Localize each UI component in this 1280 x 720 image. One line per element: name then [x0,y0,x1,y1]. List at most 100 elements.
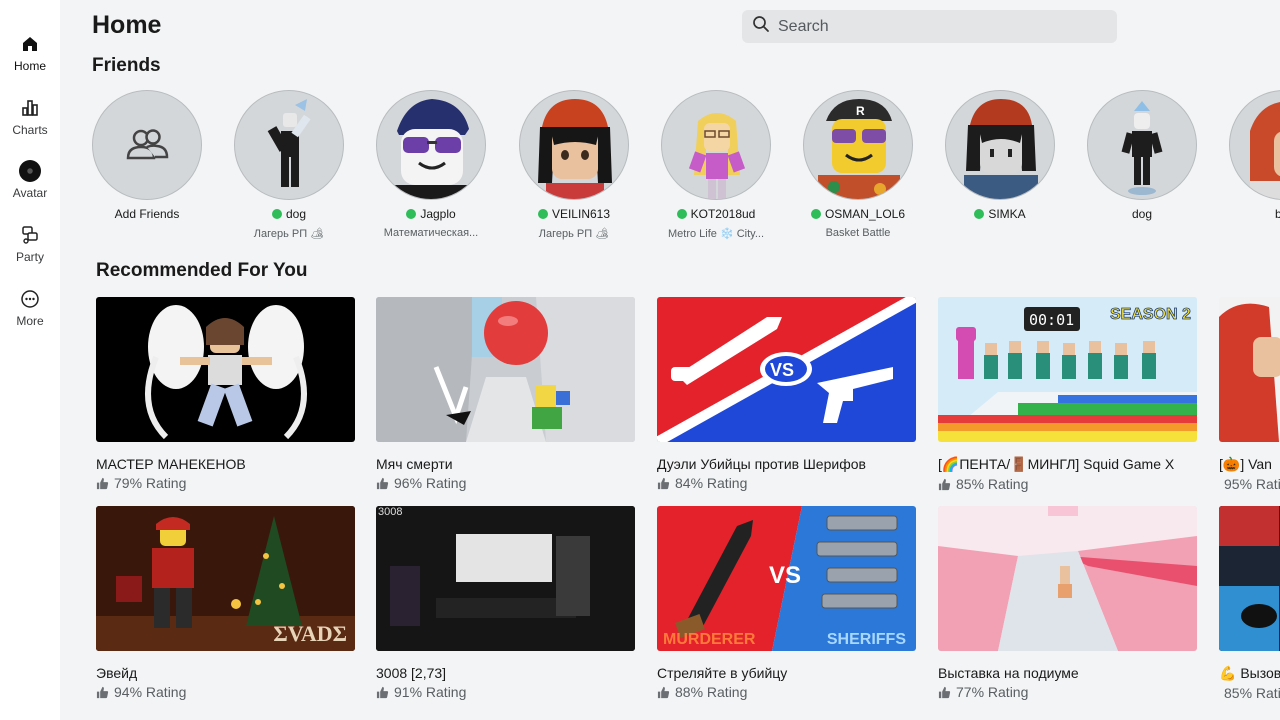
thumbs-up-icon [96,477,109,489]
game-name: [🎃] Van [1219,456,1272,472]
nav-charts-label: Charts [12,123,48,137]
game-rating: 85% Rating [1224,685,1280,701]
search-bar[interactable] [742,10,1117,43]
friend-avatar [1087,90,1197,200]
game-card[interactable]: ΣVADΣ Эвейд 94% Rating [96,506,355,700]
friend-avatar: R [803,90,913,200]
game-thumbnail [96,297,355,442]
online-indicator [974,209,985,219]
svg-text:VS: VS [770,360,794,380]
friend-item[interactable]: KOT2018ud Metro Life ❄️ City... [660,90,772,240]
game-card[interactable]: МАСТЕР МАНЕКЕНОВ 79% Rating [96,297,355,491]
nav-avatar[interactable]: Avatar [0,160,60,216]
online-indicator [676,209,687,219]
friend-name: OSMAN_LOL6 [824,207,906,221]
game-name: Дуэли Убийцы против Шерифов [657,456,866,472]
nav-more[interactable]: More [0,288,60,344]
game-card[interactable]: Выставка на подиуме 77% Rating [938,506,1197,700]
friends-title: Friends [92,55,161,76]
search-input[interactable] [778,17,1098,36]
friend-status: Basket Battle [825,227,891,239]
friend-avatar [945,90,1055,200]
friend-avatar [234,90,344,200]
add-friends-button[interactable]: Add Friends [91,90,203,221]
friend-avatar [661,90,771,200]
friend-item[interactable]: b [1229,90,1280,221]
game-rating: 88% Rating [675,684,748,700]
thumbs-up-icon [938,478,951,490]
online-indicator [271,209,282,219]
add-friends-label: Add Friends [114,207,180,221]
friend-avatar [376,90,486,200]
friend-name: Jagplo [420,207,456,221]
friend-avatar [519,90,629,200]
game-thumbnail [938,506,1197,651]
friend-item[interactable]: SIMKA [944,90,1056,227]
friend-name: dog [285,207,307,221]
friend-name: SIMKA [988,207,1026,221]
recommended-title: Recommended For You [96,260,308,281]
game-thumbnail: ΣVADΣ [96,506,355,651]
game-rating: 95% Rating [1224,476,1280,492]
friend-avatar [1229,90,1280,200]
game-season-label: SEASON 2 [1110,306,1191,323]
friend-item[interactable]: dog [1086,90,1198,227]
game-name: МАСТЕР МАНЕКЕНОВ [96,456,246,472]
friend-name: b [1275,207,1280,221]
nav-party-label: Party [15,250,44,264]
game-name: 3008 [2,73] [376,665,447,681]
game-card[interactable]: VS Дуэли Убийцы против Шерифов 84% Ratin… [657,297,916,491]
friend-name: KOT2018ud [690,207,756,221]
game-rating: 77% Rating [956,684,1029,700]
game-rating: 84% Rating [675,475,748,491]
friend-name: VEILIN613 [551,207,611,221]
thumbs-up-icon [376,477,389,489]
thumbs-up-icon [657,686,670,698]
friend-status: Лагерь РП 🏕 [538,228,610,240]
friend-status: Metro Life ❄️ City... [667,228,764,240]
game-card[interactable]: [🎃] Van 95% Rating [1219,297,1280,492]
friend-name: dog [1131,207,1153,221]
friend-item[interactable]: Jagplo Математическая... [375,90,487,239]
friend-item[interactable]: VEILIN613 Лагерь РП 🏕 [518,90,630,240]
online-indicator [406,209,417,219]
game-thumbnail [1219,506,1280,651]
page-title: Home [92,11,162,39]
svg-text:R: R [856,104,865,118]
friend-item[interactable]: dog Лагерь РП 🏕 [233,90,345,240]
game-card[interactable]: VS MURDERER SHERIFFS Стреляйте в убийцу … [657,506,916,700]
game-card[interactable]: 3008 3008 [2,73] 91% Rating [376,506,635,700]
nav-home[interactable]: Home [0,33,60,89]
game-rating: 94% Rating [114,684,187,700]
home-icon [19,33,41,55]
nav-charts[interactable]: Charts [0,97,60,153]
game-rating: 96% Rating [394,475,467,491]
game-vs-text: VS [769,562,802,589]
game-logo-text: ΣVADΣ [273,621,347,646]
thumbs-up-icon [657,477,670,489]
nav-home-label: Home [13,59,46,73]
thumbs-up-icon [938,686,951,698]
game-thumbnail [1219,297,1280,442]
search-icon [752,15,770,38]
thumbs-up-icon [96,686,109,698]
game-thumbnail: VS [657,297,916,442]
game-name: 💪 Вызов [1219,665,1280,681]
game-card[interactable]: Мяч смерти 96% Rating [376,297,635,491]
online-indicator [537,209,548,219]
game-name: [🌈ПЕНТА/🚪МИНГЛ] Squid Game X [938,456,1175,472]
nav-party[interactable]: Party [0,224,60,280]
game-name: Выставка на подиуме [938,665,1079,681]
game-card[interactable]: 00:01 SEASON 2 [🌈ПЕНТА/🚪МИНГЛ] Squid Game… [938,297,1197,492]
thumbs-up-icon [376,686,389,698]
charts-icon [19,97,41,119]
game-rating: 91% Rating [394,684,467,700]
game-thumbnail: 3008 [376,506,635,651]
game-sheriffs-text: SHERIFFS [826,631,906,648]
game-thumbnail: 00:01 SEASON 2 [938,297,1197,442]
game-name: Эвейд [96,665,138,681]
friend-item[interactable]: R OSMAN_LOL6 Basket Battle [802,90,914,239]
game-card[interactable]: 💪 Вызов 85% Rating [1219,506,1280,701]
game-name: Стреляйте в убийцу [657,665,788,681]
nav-avatar-label: Avatar [12,186,48,200]
